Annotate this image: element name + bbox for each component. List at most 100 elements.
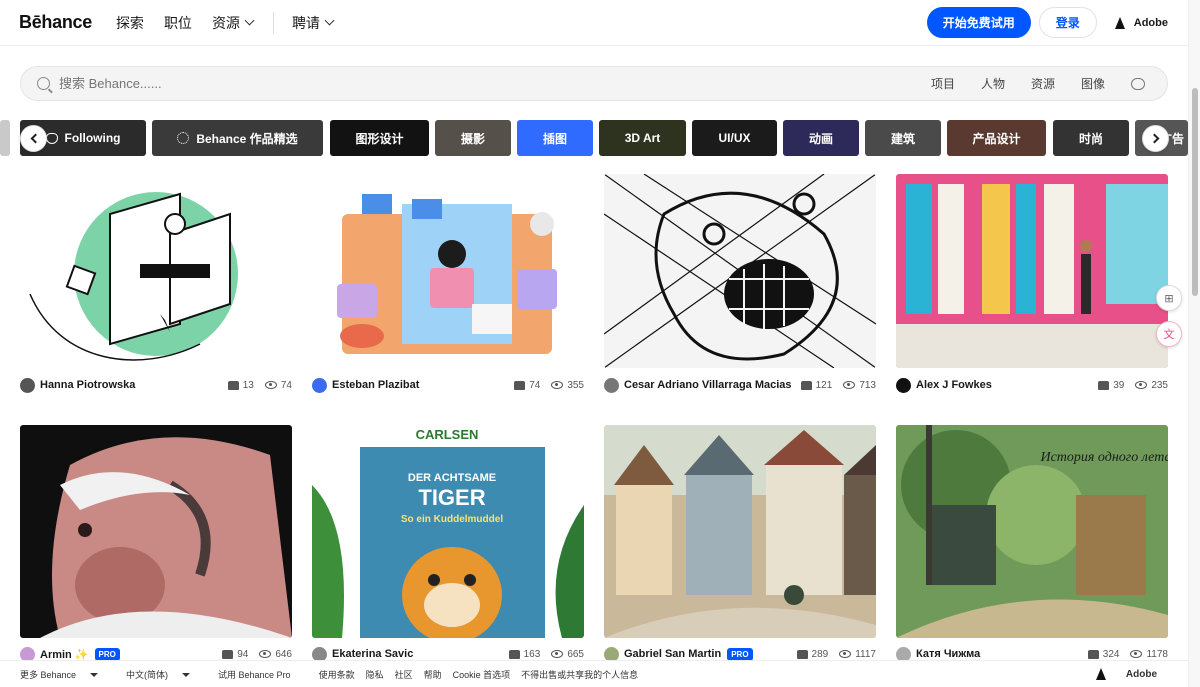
avatar[interactable] (20, 377, 35, 393)
project-stats: 94 646 (222, 649, 292, 660)
footer-try-pro-link[interactable]: 试用 Behance Pro (218, 668, 291, 681)
author-name[interactable]: Cesar Adriano Villarraga Macias (624, 379, 792, 391)
category-3d-art[interactable]: 3D Art (599, 120, 686, 156)
author-name[interactable]: Alex J Fowkes (916, 379, 992, 391)
project-card-meta: Esteban Plazibat 74 355 (312, 376, 584, 394)
views-count: 1178 (1146, 648, 1168, 660)
category-graphic-design[interactable]: 图形设计 (330, 120, 429, 156)
nav-resources[interactable]: 资源 (212, 13, 255, 33)
eye-icon (264, 381, 277, 389)
category-scroll-left-button[interactable] (20, 125, 47, 152)
avatar[interactable] (896, 377, 911, 393)
author-name[interactable]: Armin ✨ (40, 648, 89, 661)
eye-icon (1130, 650, 1143, 658)
author-name[interactable]: Hanna Piotrowska (40, 379, 135, 391)
category-bar: Following Behance 作品精选 图形设计 摄影 插图 3D Art… (0, 120, 1188, 158)
author-name[interactable]: Gabriel San Martin (624, 648, 721, 660)
eye-icon (839, 650, 852, 658)
author-name[interactable]: Катя Чижма (916, 648, 980, 660)
footer-language-select[interactable]: 中文(简体) (126, 668, 191, 681)
project-artwork (604, 174, 876, 368)
thumbs-up-icon (1087, 649, 1099, 659)
search-input[interactable] (59, 76, 559, 91)
footer-terms-link[interactable]: 使用条款 (319, 668, 355, 681)
category-label: UI/UX (718, 131, 751, 145)
category-fashion[interactable]: 时尚 (1053, 120, 1129, 156)
footer-adobe-link[interactable]: Adobe (1095, 668, 1168, 680)
project-thumbnail[interactable] (20, 425, 292, 638)
filter-projects[interactable]: 项目 (931, 75, 955, 92)
nav-hire[interactable]: 聘请 (292, 13, 335, 33)
chevron-right-icon (1149, 133, 1159, 144)
login-button[interactable]: 登录 (1038, 7, 1097, 38)
project-thumbnail[interactable] (604, 174, 876, 368)
project-card-meta: Cesar Adriano Villarraga Macias 121 713 (604, 376, 876, 394)
translate-button[interactable]: 文 (1156, 321, 1182, 347)
category-label: 插图 (542, 131, 567, 146)
footer-help-link[interactable]: 帮助 (424, 668, 442, 681)
chevron-left-icon (30, 133, 40, 144)
views-count: 74 (280, 379, 292, 391)
nav-divider (272, 11, 274, 34)
likes-count: 289 (811, 648, 829, 660)
project-thumbnail[interactable]: CARLSEN DER ACHTSAME TIGER So ein Kuddel… (312, 425, 584, 638)
author-name[interactable]: Ekaterina Savic (332, 648, 413, 660)
project-thumbnail[interactable] (20, 174, 292, 368)
filter-people[interactable]: 人物 (981, 75, 1005, 92)
category-illustration[interactable]: 插图 (517, 120, 593, 156)
footer-community-link[interactable]: 社区 (395, 668, 413, 681)
footer-do-not-sell-link[interactable]: 不得出售或共享我的个人信息 (521, 668, 638, 681)
start-free-trial-button[interactable]: 开始免费试用 (926, 7, 1031, 38)
project-thumbnail[interactable] (896, 174, 1168, 368)
project-thumbnail[interactable] (312, 174, 584, 368)
header-actions: 开始免费试用 登录 Adobe (926, 7, 1188, 38)
adobe-link[interactable]: Adobe (1114, 16, 1168, 29)
views-count: 665 (567, 648, 584, 660)
behance-logo[interactable]: Bēhance (19, 12, 92, 33)
category-scroll-right-button[interactable] (1142, 125, 1169, 152)
views-count: 355 (567, 379, 584, 391)
eye-icon (1135, 381, 1148, 389)
category-curated[interactable]: Behance 作品精选 (152, 120, 323, 156)
search-bar: 项目 人物 资源 图像 (20, 66, 1168, 101)
footer: 更多 Behance 中文(简体) 试用 Behance Pro 使用条款 隐私… (0, 660, 1188, 687)
page-scrollbar[interactable] (1188, 0, 1200, 687)
footer-privacy-link[interactable]: 隐私 (366, 668, 384, 681)
ai-search-icon[interactable] (1131, 77, 1145, 90)
author-name[interactable]: Esteban Plazibat (332, 379, 419, 391)
top-navigation: Bēhance 探索 职位 资源 聘请 开始免费试用 登录 Adobe (0, 0, 1188, 46)
category-ui-ux[interactable]: UI/UX (692, 120, 777, 156)
category-photography[interactable]: 摄影 (435, 120, 511, 156)
category-partial (0, 120, 10, 156)
project-stats: 121 713 (800, 380, 876, 391)
views-count: 646 (275, 648, 292, 660)
footer-cookie-link[interactable]: Cookie 首选项 (453, 668, 511, 681)
chevron-down-icon (324, 15, 335, 26)
eye-icon (843, 381, 856, 389)
scrollbar-thumb[interactable] (1192, 88, 1198, 296)
category-label: 产品设计 (972, 131, 1021, 146)
category-architecture[interactable]: 建筑 (865, 120, 941, 156)
adobe-icon (1114, 16, 1129, 29)
eye-icon (551, 381, 564, 389)
curated-icon (177, 132, 190, 144)
nav-jobs[interactable]: 职位 (164, 13, 192, 33)
filter-assets[interactable]: 资源 (1031, 75, 1055, 92)
project-thumbnail[interactable] (604, 425, 876, 638)
more-apps-button[interactable]: ⊞ (1156, 285, 1182, 311)
project-thumbnail[interactable]: История одного лета (896, 425, 1168, 638)
nav-explore[interactable]: 探索 (116, 13, 144, 33)
avatar[interactable] (604, 377, 619, 393)
project-stats: 324 1178 (1087, 648, 1168, 660)
thumbs-up-icon (796, 649, 808, 659)
filter-images[interactable]: 图像 (1081, 75, 1105, 92)
project-artwork: CARLSEN DER ACHTSAME TIGER So ein Kuddel… (312, 425, 584, 638)
likes-count: 13 (242, 379, 254, 391)
russian-title-text: История одного лета (1039, 450, 1168, 465)
avatar[interactable] (312, 377, 327, 393)
category-product-design[interactable]: 产品设计 (947, 120, 1046, 156)
project-artwork (29, 192, 238, 361)
category-motion[interactable]: 动画 (783, 120, 859, 156)
project-artwork: История одного лета (896, 425, 1168, 638)
footer-more-behance[interactable]: 更多 Behance (20, 668, 99, 681)
